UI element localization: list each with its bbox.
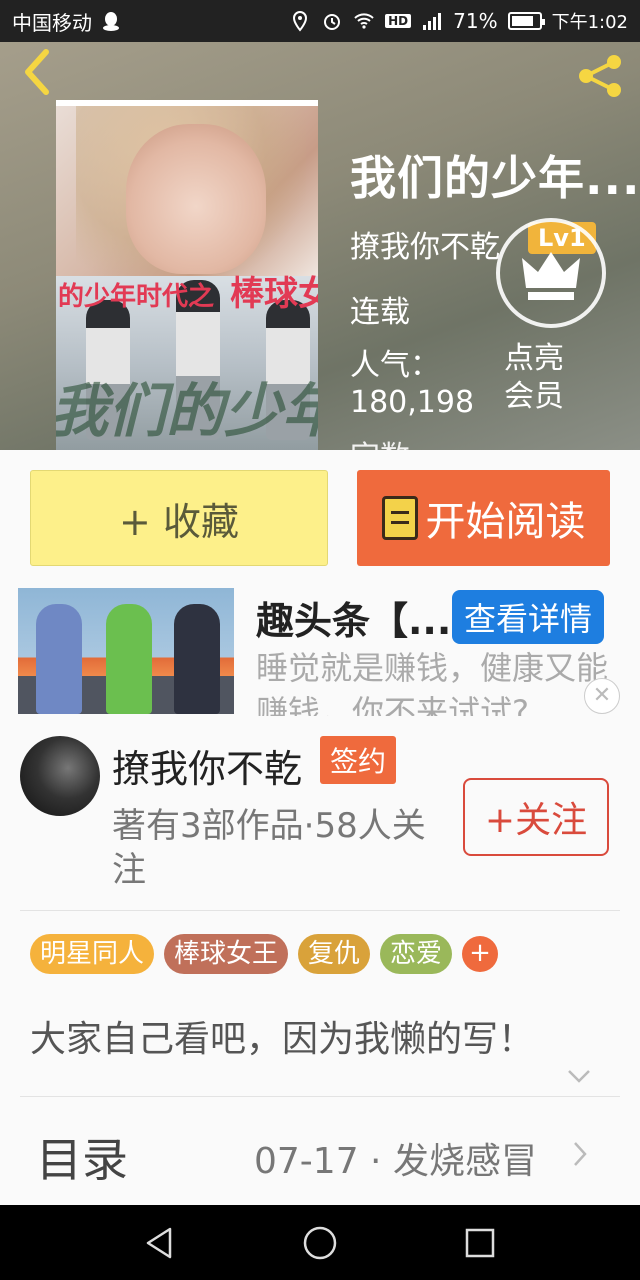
book-detail-panel: + 收藏 开始阅读 趣头条【... 查看详情 睡觉就是赚钱，健康又能赚钱，你不来… bbox=[0, 450, 640, 1205]
start-reading-button[interactable]: 开始阅读 bbox=[357, 470, 610, 566]
toc-label: 目录 bbox=[36, 1133, 128, 1187]
signal-icon bbox=[423, 13, 442, 30]
ad-banner[interactable]: 趣头条【... 查看详情 睡觉就是赚钱，健康又能赚钱，你不来试试? ✕ bbox=[0, 582, 640, 716]
serial-status: 连载 bbox=[350, 295, 410, 330]
ad-image[interactable] bbox=[18, 588, 234, 714]
follow-button[interactable]: +关注 bbox=[463, 778, 609, 856]
back-arrow-icon[interactable] bbox=[18, 48, 58, 96]
ad-view-details-button[interactable]: 查看详情 bbox=[452, 590, 605, 644]
author-name[interactable]: 撩我你不乾 bbox=[112, 738, 302, 793]
share-icon[interactable] bbox=[574, 54, 626, 98]
book-cover[interactable]: 的少年时代之棒球女 我们的少年时代 bbox=[56, 100, 318, 450]
qq-icon bbox=[103, 12, 119, 31]
tag-item[interactable]: 明星同人 bbox=[30, 934, 155, 974]
author-section: 撩我你不乾 签约 著有3部作品·58人关注 +关注 bbox=[0, 730, 640, 910]
tag-item[interactable]: 恋爱 bbox=[380, 934, 453, 974]
chevron-right-icon bbox=[574, 1142, 587, 1166]
tag-list: 明星同人 棒球女王 复仇 恋爱 + bbox=[30, 934, 499, 974]
nav-home-icon[interactable] bbox=[302, 1225, 338, 1261]
tag-item[interactable]: 复仇 bbox=[298, 934, 371, 974]
book-header: 的少年时代之棒球女 我们的少年时代 我们的少年... 撩我你不乾 Lv1 连载 … bbox=[0, 42, 640, 450]
nav-back-icon[interactable] bbox=[142, 1225, 178, 1261]
avatar[interactable] bbox=[20, 736, 100, 816]
chevron-down-icon[interactable] bbox=[566, 1066, 592, 1086]
system-nav-bar bbox=[0, 1205, 640, 1280]
battery-percent: 71% bbox=[453, 9, 498, 33]
crown-icon bbox=[522, 252, 580, 300]
nav-recents-icon[interactable] bbox=[462, 1225, 498, 1261]
tag-item[interactable]: 棒球女王 bbox=[164, 934, 289, 974]
location-icon bbox=[293, 10, 308, 32]
vip-activate-label[interactable]: 点亮 会员 bbox=[504, 340, 564, 416]
divider bbox=[20, 910, 620, 911]
popularity-label: 人气： bbox=[350, 348, 440, 383]
alarm-icon bbox=[324, 14, 341, 30]
book-synopsis: 大家自己看吧，因为我懒的写！ bbox=[30, 1019, 535, 1060]
collect-button[interactable]: + 收藏 bbox=[30, 470, 328, 566]
carrier-label: 中国移动 bbox=[12, 10, 92, 35]
add-tag-button[interactable]: + bbox=[462, 936, 499, 972]
wifi-icon bbox=[354, 13, 374, 29]
hd-badge: HD bbox=[385, 14, 412, 28]
clock: 下午1:02 bbox=[551, 12, 628, 33]
author-meta: 著有3部作品·58人关注 bbox=[112, 806, 426, 890]
book-author-name[interactable]: 撩我你不乾 bbox=[350, 222, 500, 266]
vip-crown-button[interactable] bbox=[496, 218, 606, 328]
cover-graffiti: 我们的少年时代 bbox=[56, 377, 318, 445]
popularity-value: 180,198 bbox=[350, 385, 475, 420]
table-of-contents-row[interactable]: 目录 07-17 · 发烧感冒 bbox=[0, 1096, 640, 1206]
status-bar: 中国移动 HD 71% 下午1:02 bbox=[0, 0, 640, 42]
latest-chapter: 07-17 · 发烧感冒 bbox=[254, 1141, 537, 1182]
signed-badge: 签约 bbox=[320, 736, 397, 784]
word-count-label: 字数 bbox=[350, 432, 410, 450]
book-title: 我们的少年... bbox=[350, 151, 640, 205]
ad-title: 趣头条【... bbox=[256, 599, 452, 643]
book-icon bbox=[381, 496, 418, 540]
battery-icon bbox=[507, 12, 545, 30]
ad-description: 睡觉就是赚钱，健康又能赚钱，你不来试试? bbox=[256, 649, 609, 716]
cover-title-text: 的少年时代之棒球女 bbox=[58, 274, 318, 314]
close-icon[interactable]: ✕ bbox=[584, 678, 620, 714]
